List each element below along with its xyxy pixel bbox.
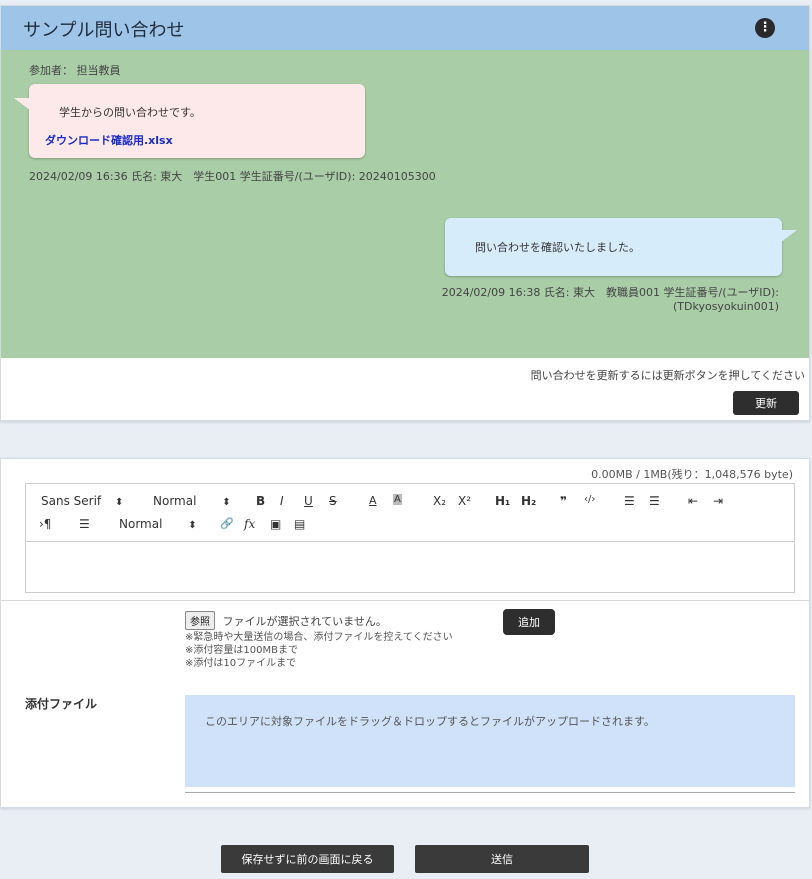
file-picker: 参照 ファイルが選択されていません。 — [185, 611, 387, 630]
font-select[interactable]: Sans Serif ⬍ — [41, 494, 123, 508]
refresh-button[interactable]: 更新 — [733, 391, 799, 415]
underline-button[interactable]: U — [304, 494, 313, 508]
outdent-button[interactable]: ⇤ — [688, 494, 698, 508]
dropzone-text: このエリアに対象ファイルをドラッグ＆ドロップするとファイルがアップロードされます… — [205, 715, 655, 728]
reply-form-card: 0.00MB / 1MB(残り：1,048,576 byte) Sans Ser… — [0, 458, 810, 808]
no-file-text: ファイルが選択されていません。 — [222, 615, 387, 628]
text-direction-button[interactable]: ›¶ — [39, 517, 51, 531]
header-select[interactable]: Normal ⬍ — [119, 517, 197, 531]
back-without-saving-button[interactable]: 保存せずに前の画面に戻る — [221, 845, 394, 873]
background-color-button[interactable]: A — [393, 494, 402, 505]
italic-button[interactable]: I — [280, 494, 284, 508]
indent-button[interactable]: ⇥ — [713, 494, 723, 508]
send-button[interactable]: 送信 — [415, 845, 589, 873]
align-button[interactable]: ☰ — [79, 517, 90, 531]
file-dropzone[interactable]: このエリアに対象ファイルをドラッグ＆ドロップするとファイルがアップロードされます… — [185, 695, 795, 787]
message-bubble-staff: 問い合わせを確認いたしました。 — [445, 218, 797, 276]
inquiry-header: サンプル問い合わせ ⋮ — [1, 6, 809, 50]
code-block-button[interactable]: ‹/› — [584, 494, 595, 505]
select-arrow-icon: ⬍ — [114, 497, 124, 508]
more-vertical-icon[interactable]: ⋮ — [755, 18, 775, 38]
header-select-value: Normal — [119, 517, 163, 531]
message-text: 学生からの問い合わせです。 — [59, 106, 201, 119]
video-icon[interactable]: ▤ — [294, 517, 305, 531]
dropzone-underline — [185, 792, 795, 793]
subscript-button[interactable]: X₂ — [433, 494, 446, 508]
size-info: 0.00MB / 1MB(残り：1,048,576 byte) — [591, 468, 793, 481]
size-select[interactable]: Normal ⬍ — [153, 494, 231, 508]
blockquote-button[interactable]: ❞ — [560, 494, 567, 508]
strike-button[interactable]: S — [329, 494, 337, 508]
formula-icon[interactable]: fx — [244, 517, 255, 531]
message-meta-line: (TDkyosyokuin001) — [673, 300, 779, 313]
message-text: 問い合わせを確認いたしました。 — [475, 241, 640, 254]
heading1-button[interactable]: H₁ — [495, 494, 510, 508]
inquiry-card: サンプル問い合わせ ⋮ 参加者： 担当教員 学生からの問い合わせです。 ダウンロ… — [0, 5, 810, 421]
refresh-note: 問い合わせを更新するには更新ボタンを押してください — [530, 369, 805, 382]
font-select-value: Sans Serif — [41, 494, 102, 508]
message-meta-line: 2024/02/09 16:38 氏名: 東大 教職員001 学生証番号/(ユー… — [441, 286, 779, 299]
text-color-button[interactable]: A — [369, 494, 377, 507]
heading2-button[interactable]: H₂ — [521, 494, 536, 508]
image-icon[interactable]: ▣ — [270, 517, 281, 531]
bold-button[interactable]: B — [256, 494, 265, 508]
superscript-button[interactable]: X² — [458, 494, 471, 508]
section-divider — [1, 600, 809, 601]
editor-content[interactable] — [26, 542, 794, 592]
attach-label: 添付ファイル — [25, 697, 98, 711]
editor-toolbar: Sans Serif ⬍ Normal ⬍ B I U S A A X₂ X² … — [26, 484, 794, 542]
participants-label: 参加者： 担当教員 — [29, 64, 121, 77]
page-title: サンプル問い合わせ — [23, 20, 185, 41]
note-line: ※添付は10ファイルまで — [185, 658, 297, 669]
link-icon[interactable]: 🔗 — [220, 517, 234, 530]
add-file-button[interactable]: 追加 — [503, 609, 555, 635]
note-line: ※緊急時や大量送信の場合、添付ファイルを控えてください — [185, 632, 453, 643]
message-bubble-student: 学生からの問い合わせです。 ダウンロード確認用.xlsx — [14, 84, 365, 158]
message-meta: 2024/02/09 16:38 氏名: 東大 教職員001 学生証番号/(ユー… — [442, 286, 779, 314]
note-line: ※添付容量は100MBまで — [185, 645, 298, 656]
attachment-link[interactable]: ダウンロード確認用.xlsx — [45, 132, 173, 148]
bullet-list-button[interactable]: ☰ — [649, 494, 660, 508]
select-arrow-icon: ⬍ — [188, 520, 197, 531]
browse-button[interactable]: 参照 — [185, 611, 215, 630]
rich-text-editor: Sans Serif ⬍ Normal ⬍ B I U S A A X₂ X² … — [25, 483, 795, 593]
message-meta: 2024/02/09 16:36 氏名: 東大 学生001 学生証番号/(ユーザ… — [29, 170, 436, 183]
chat-area: 参加者： 担当教員 学生からの問い合わせです。 ダウンロード確認用.xlsx 2… — [1, 50, 809, 358]
select-arrow-icon: ⬍ — [222, 497, 231, 508]
ordered-list-button[interactable]: ☰ — [624, 494, 635, 508]
size-select-value: Normal — [153, 494, 197, 508]
attachment-notes: ※緊急時や大量送信の場合、添付ファイルを控えてください ※添付容量は100MBま… — [185, 631, 453, 670]
